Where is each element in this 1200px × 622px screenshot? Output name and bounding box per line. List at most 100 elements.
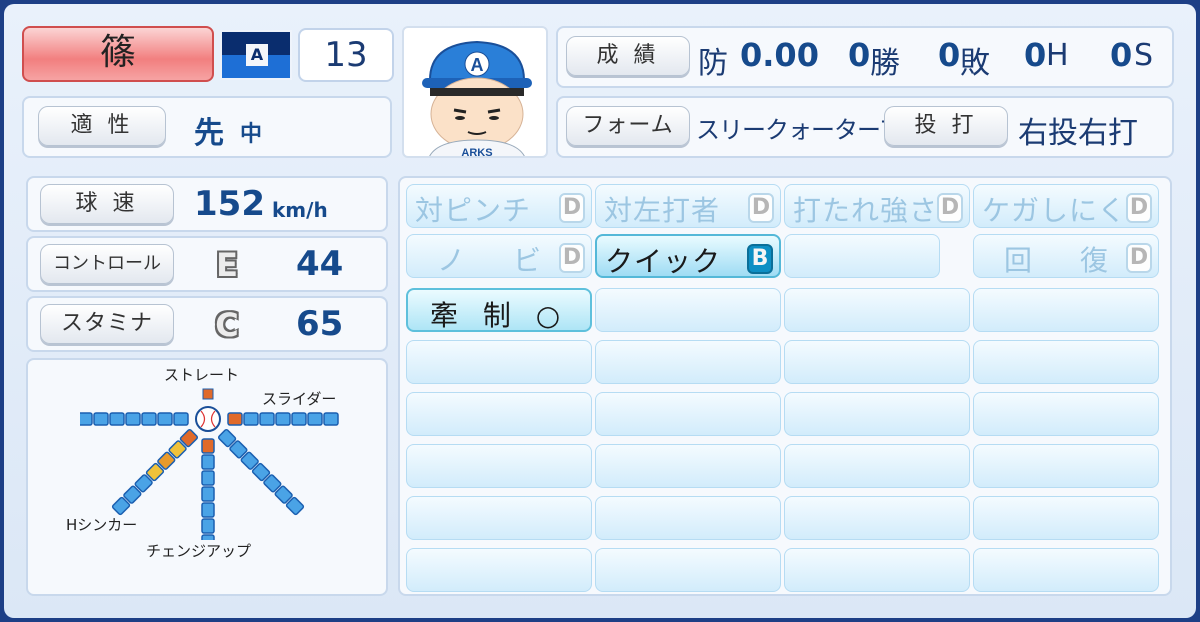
special-ability-cell[interactable]: 牽 制 ○	[406, 288, 592, 332]
ability-cell-empty[interactable]	[784, 444, 970, 488]
aptitude-secondary: 中	[240, 122, 263, 147]
ability-label: 回 復	[1004, 244, 1119, 277]
player-portrait: A ARKS	[402, 26, 548, 158]
ability-label: 対左打者	[604, 194, 721, 227]
velocity-label[interactable]: 球 速	[40, 184, 174, 224]
ability-cell-empty[interactable]	[595, 392, 781, 436]
straight-indicator	[202, 388, 214, 400]
form-button[interactable]: フォーム	[566, 106, 690, 146]
ability-grade-badge: B	[747, 244, 773, 274]
player-name: 篠	[99, 32, 136, 73]
ability-grade-badge: D	[559, 243, 585, 273]
ability-cell-empty[interactable]	[406, 444, 592, 488]
control-value: 44	[296, 244, 344, 284]
ability-grade-badge: D	[1126, 193, 1152, 223]
ability-cell[interactable]: 対左打者 D	[595, 184, 781, 228]
arm-changeup-segment	[201, 518, 215, 534]
ability-cell-empty[interactable]	[784, 548, 970, 592]
arm-slider-segment	[307, 412, 323, 426]
ability-cell-empty[interactable]	[784, 340, 970, 384]
ability-cell-empty[interactable]	[784, 288, 970, 332]
arm-slider-segment	[243, 412, 259, 426]
saves-label: S	[1134, 38, 1154, 73]
ability-cell-empty[interactable]	[406, 548, 592, 592]
ability-label: ノ ビ	[437, 244, 552, 277]
ability-cell-empty[interactable]	[973, 444, 1159, 488]
arm-left-segment	[93, 412, 109, 426]
era-label: 防	[698, 46, 728, 81]
arm-changeup-segment	[201, 438, 215, 454]
ability-cell[interactable]: 対ピンチ D	[406, 184, 592, 228]
arm-slider-segment	[227, 412, 243, 426]
arm-left-segment	[80, 412, 93, 426]
aptitude-primary: 先	[194, 116, 224, 151]
jersey-text: ARKS	[461, 147, 492, 158]
arm-changeup-segment	[201, 470, 215, 486]
ability-cell-empty[interactable]	[973, 392, 1159, 436]
cap-letter: A	[471, 55, 484, 75]
ability-cell-empty[interactable]	[595, 340, 781, 384]
arm-changeup-segment	[201, 534, 215, 540]
ability-cell-empty[interactable]	[973, 548, 1159, 592]
ability-cell-empty[interactable]	[973, 288, 1159, 332]
ability-cell[interactable]: ケガしにくさ D	[973, 184, 1159, 228]
velocity-unit: km/h	[272, 198, 328, 222]
pitch-straight-label: ストレート	[164, 366, 240, 384]
ability-label: 打たれ強さ	[793, 194, 939, 227]
record-button[interactable]: 成 績	[566, 36, 690, 76]
stamina-value: 65	[296, 304, 344, 344]
arm-left-segment	[157, 412, 173, 426]
aptitude-label[interactable]: 適 性	[38, 106, 166, 146]
ability-cell-empty[interactable]	[406, 496, 592, 540]
ability-cell-empty[interactable]	[784, 392, 970, 436]
arm-left-segment	[141, 412, 157, 426]
ability-cell[interactable]: 打たれ強さ D	[784, 184, 970, 228]
ability-cell-empty[interactable]	[595, 444, 781, 488]
ability-cell[interactable]: ノ ビD	[406, 234, 592, 278]
arm-slider-segment	[323, 412, 339, 426]
pitch-chart	[80, 388, 339, 540]
holds-label: H	[1046, 38, 1069, 73]
pitch-changeup-label: チェンジアップ	[146, 542, 252, 560]
control-label[interactable]: コントロール	[40, 244, 174, 284]
ability-grade-badge: D	[937, 193, 963, 223]
ability-cell-empty[interactable]	[595, 288, 781, 332]
uniform-number: 13	[298, 28, 394, 82]
arm-slider-segment	[259, 412, 275, 426]
stamina-label[interactable]: スタミナ	[40, 304, 174, 344]
ability-cell-empty[interactable]	[406, 392, 592, 436]
ability-grade-badge: D	[559, 193, 585, 223]
ability-cell-empty[interactable]	[973, 340, 1159, 384]
ability-cell-empty[interactable]	[784, 496, 970, 540]
arm-changeup-segment	[201, 502, 215, 518]
player-name-plate: 篠	[22, 26, 214, 82]
ability-cell-empty[interactable]	[595, 548, 781, 592]
wins-value: 0	[848, 36, 871, 74]
arm-slider-segment	[291, 412, 307, 426]
ability-cell[interactable]: クイック B	[595, 234, 781, 278]
losses-value: 0	[938, 36, 961, 74]
ability-cell-empty[interactable]	[784, 234, 940, 278]
era-value: 0.00	[740, 36, 819, 74]
losses-label: 敗	[960, 46, 990, 81]
ability-grade-badge: D	[1126, 243, 1152, 273]
velocity-value: 152	[194, 184, 265, 224]
arm-changeup-segment	[201, 486, 215, 502]
ability-label: クイック	[605, 245, 722, 278]
ability-cell-empty[interactable]	[973, 496, 1159, 540]
wins-label: 勝	[870, 46, 900, 81]
team-logo: A	[220, 30, 292, 80]
ability-cell-empty[interactable]	[406, 340, 592, 384]
arm-slider-segment	[275, 412, 291, 426]
ability-cell-empty[interactable]	[595, 496, 781, 540]
arm-left-segment	[173, 412, 189, 426]
special-ability-label: 牽 制 ○	[430, 299, 569, 332]
ability-grade-badge: D	[748, 193, 774, 223]
arm-left-segment	[109, 412, 125, 426]
arm-left-segment	[125, 412, 141, 426]
ability-grid: 対ピンチ D 対左打者 D 打たれ強さ D ケガしにくさ D ノ ビ D クイック B 回 復D牽 制 …	[398, 176, 1172, 596]
ability-cell[interactable]: 回 復D	[973, 234, 1159, 278]
arm-changeup-segment	[201, 454, 215, 470]
stamina-rank: C	[215, 306, 239, 344]
handedness-button[interactable]: 投 打	[884, 106, 1008, 146]
